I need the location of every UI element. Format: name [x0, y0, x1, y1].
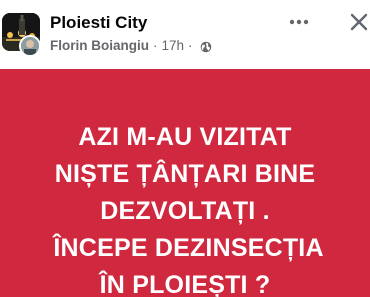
author-avatar[interactable] — [19, 35, 41, 57]
close-button[interactable] — [349, 12, 370, 34]
meta-separator: · — [188, 38, 193, 53]
post-meta: Florin Boiangiu · 17h · — [50, 37, 212, 55]
close-icon — [350, 13, 368, 31]
more-options-button[interactable] — [285, 10, 313, 34]
globe-icon — [200, 40, 212, 53]
facebook-post: Ploiesti City Florin Boiangiu · 17h · AZ… — [0, 0, 370, 297]
author-avatar-image — [21, 37, 39, 55]
group-name-link[interactable]: Ploiesti City — [50, 13, 147, 33]
post-text-line: AZI M-AU VIZITAT — [78, 123, 292, 151]
post-text-line: ÎN PLOIEȘTI ? — [99, 271, 271, 297]
post-text-line: ÎNCEPE DEZINSECȚIA — [46, 234, 324, 262]
author-name-link[interactable]: Florin Boiangiu — [50, 37, 149, 55]
more-options-icon — [289, 19, 309, 25]
post-text-line: NIȘTE ȚÂNȚARI BINE — [54, 160, 316, 188]
post-header: Ploiesti City Florin Boiangiu · 17h · — [0, 0, 370, 68]
post-text: AZI M-AU VIZITAT NIȘTE ȚÂNȚARI BINE DEZV… — [0, 119, 370, 297]
post-text-line: DEZVOLTAȚI . — [100, 197, 270, 225]
meta-separator: · — [153, 38, 158, 53]
text-post-card[interactable]: AZI M-AU VIZITAT NIȘTE ȚÂNȚARI BINE DEZV… — [0, 69, 370, 297]
post-time-link[interactable]: 17h — [162, 37, 185, 55]
